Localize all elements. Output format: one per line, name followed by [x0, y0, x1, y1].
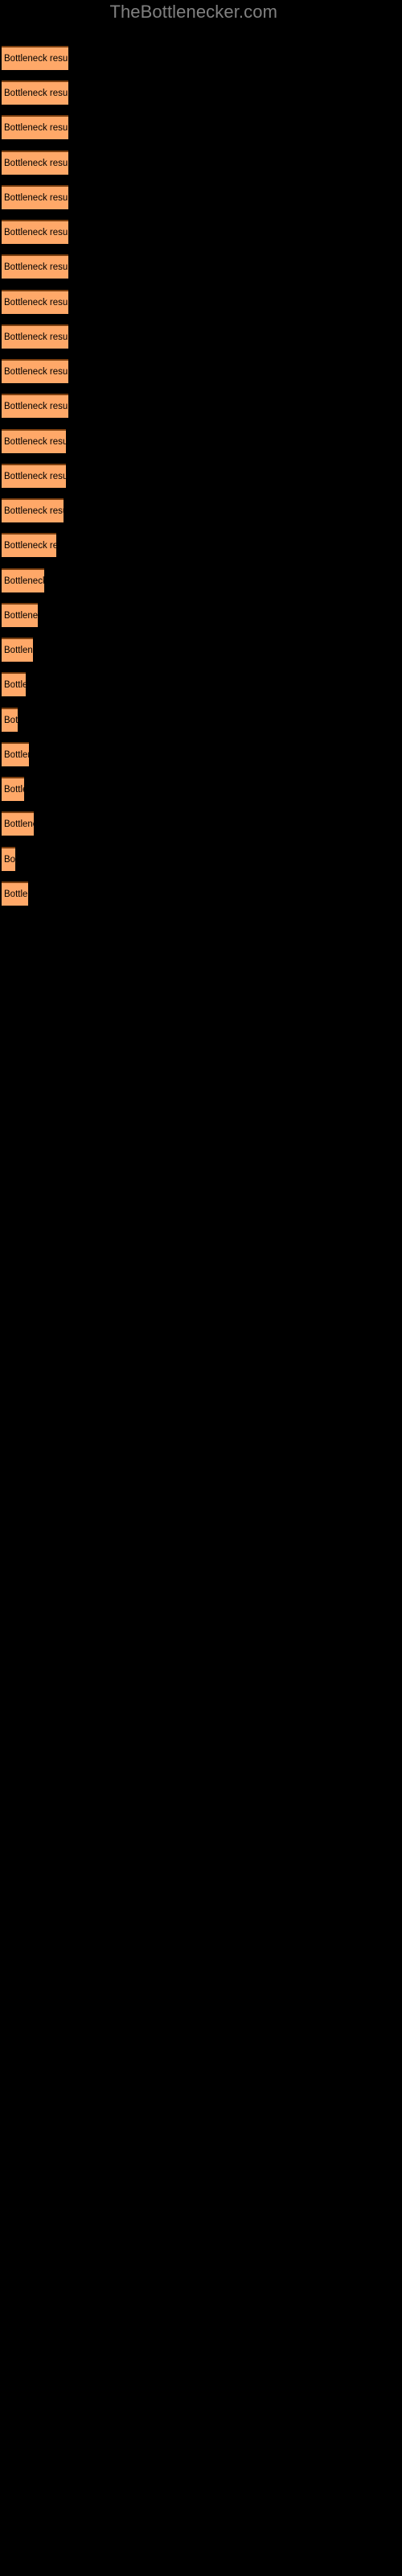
bottleneck-bar[interactable]: Bottleneck result — [2, 359, 68, 383]
bottleneck-bar[interactable]: Bottleneck result — [2, 777, 24, 801]
bottleneck-bar[interactable]: Bottleneck result — [2, 533, 56, 557]
bottleneck-bar[interactable]: Bottleneck result — [2, 151, 68, 175]
bar-label: Bottleneck result — [4, 750, 29, 760]
bottleneck-bar[interactable]: Bottleneck result — [2, 254, 68, 279]
bar-label: Bottleneck result — [4, 262, 68, 272]
bar-label: Bottleneck result — [4, 785, 24, 795]
bar-row: Bottleneck result — [2, 672, 26, 696]
bar-row: Bottleneck result — [2, 220, 68, 244]
bar-label: Bottleneck result — [4, 193, 68, 203]
bar-label: Bottleneck result — [4, 506, 64, 516]
bar-label: Bottleneck result — [4, 54, 68, 64]
bar-row: Bottleneck result — [2, 429, 66, 453]
bar-label: Bottleneck result — [4, 437, 66, 447]
bar-label: Bottleneck result — [4, 472, 66, 481]
bar-row: Bottleneck result — [2, 254, 68, 279]
bar-list: Bottleneck result Bottleneck result Bottle… — [0, 0, 402, 2576]
bar-row: Bottleneck result — [2, 185, 68, 209]
bar-label: Bottleneck result — [4, 89, 68, 98]
bar-label: Bottleneck result — [4, 228, 68, 237]
bar-label: Bottleneck result — [4, 576, 44, 586]
bottleneck-bar[interactable]: Bottleneck result — [2, 811, 34, 836]
bar-row: Bottleneck result — [2, 46, 68, 70]
bar-row: Bottleneck result — [2, 359, 68, 383]
bar-row: Bottleneck result — [2, 290, 68, 314]
bar-label: Bottleneck result — [4, 367, 68, 377]
bar-label: Bottleneck result — [4, 332, 68, 342]
bar-label: Bottleneck result — [4, 123, 68, 133]
bar-row: Bottleneck result — [2, 742, 29, 766]
bar-label: Bottleneck result — [4, 159, 68, 168]
bottleneck-bar[interactable]: Bottleneck result — [2, 185, 68, 209]
bar-row: Bottleneck result — [2, 708, 18, 732]
bar-row: Bottleneck result — [2, 603, 38, 627]
bottleneck-bar[interactable]: Bottleneck result — [2, 881, 28, 906]
bar-row: Bottleneck result — [2, 151, 68, 175]
bottleneck-bar[interactable]: Bottleneck result — [2, 290, 68, 314]
bar-row: Bottleneck result — [2, 777, 24, 801]
bottleneck-bar[interactable]: Bottleneck result — [2, 742, 29, 766]
bottleneck-bar[interactable]: Bottleneck result — [2, 672, 26, 696]
bar-row: Bottleneck result — [2, 638, 33, 662]
bar-row: Bottleneck result — [2, 568, 44, 592]
bottleneck-bar[interactable]: Bottleneck result — [2, 220, 68, 244]
bottleneck-bar[interactable]: Bottleneck result — [2, 394, 68, 418]
bottleneck-chart: TheBottlenecker.com Bottleneck result Bot… — [0, 0, 402, 2576]
bar-label: Bottleneck result — [4, 646, 33, 655]
bottleneck-bar[interactable]: Bottleneck result — [2, 429, 66, 453]
bar-label: Bottleneck result — [4, 298, 68, 308]
bottleneck-bar[interactable]: Bottleneck result — [2, 847, 15, 871]
bottleneck-bar[interactable]: Bottleneck result — [2, 708, 18, 732]
bottleneck-bar[interactable]: Bottleneck result — [2, 464, 66, 488]
bottleneck-bar[interactable]: Bottleneck result — [2, 638, 33, 662]
bar-label: Bottleneck result — [4, 402, 68, 411]
bar-row: Bottleneck result — [2, 533, 56, 557]
bar-row: Bottleneck result — [2, 394, 68, 418]
bar-row: Bottleneck result — [2, 847, 15, 871]
bottleneck-bar[interactable]: Bottleneck result — [2, 80, 68, 105]
bar-row: Bottleneck result — [2, 881, 28, 906]
bar-row: Bottleneck result — [2, 811, 34, 836]
bar-row: Bottleneck result — [2, 498, 64, 522]
bottleneck-bar[interactable]: Bottleneck result — [2, 46, 68, 70]
bar-row: Bottleneck result — [2, 80, 68, 105]
bar-label: Bottleneck result — [4, 541, 56, 551]
bar-row: Bottleneck result — [2, 115, 68, 139]
bar-label: Bottleneck result — [4, 716, 18, 725]
bar-label: Bottleneck result — [4, 819, 34, 829]
bottleneck-bar[interactable]: Bottleneck result — [2, 603, 38, 627]
bar-row: Bottleneck result — [2, 464, 66, 488]
bottleneck-bar[interactable]: Bottleneck result — [2, 324, 68, 349]
bottleneck-bar[interactable]: Bottleneck result — [2, 568, 44, 592]
bar-label: Bottleneck result — [4, 890, 28, 899]
bar-label: Bottleneck result — [4, 680, 26, 690]
bar-label: Bottleneck result — [4, 611, 38, 621]
bottleneck-bar[interactable]: Bottleneck result — [2, 115, 68, 139]
bottleneck-bar[interactable]: Bottleneck result — [2, 498, 64, 522]
bar-label: Bottleneck result — [4, 855, 15, 865]
bar-row: Bottleneck result — [2, 324, 68, 349]
